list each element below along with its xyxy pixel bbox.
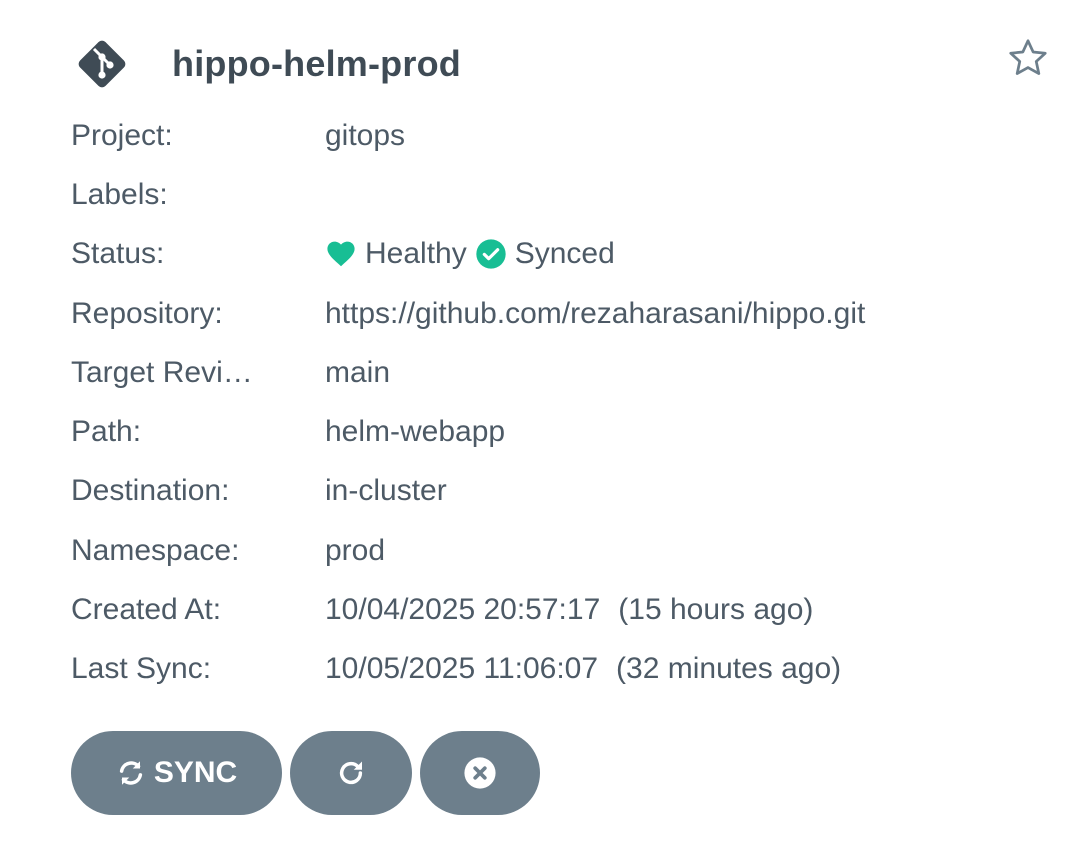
last-sync-value: 10/05/2025 11:06:07 (32 minutes ago) [325,652,841,686]
details-list: Project: gitops Labels: Status: Healthy … [71,106,1051,699]
sync-button[interactable]: SYNC [71,731,282,815]
action-buttons: SYNC [71,731,540,815]
health-status: Healthy [365,237,467,271]
path-label: Path: [71,415,142,449]
target-revision-label: Target Revi… [71,355,253,389]
destination-row: Destination: in-cluster [71,462,1051,521]
created-at-row: Created At: 10/04/2025 20:57:17 (15 hour… [71,580,1051,639]
project-value: gitops [325,118,406,152]
path-row: Path: helm-webapp [71,402,1051,461]
repository-label: Repository: [71,296,223,330]
namespace-label: Namespace: [71,533,240,567]
created-at-relative: (15 hours ago) [618,593,814,627]
repository-value: https://github.com/rezaharasani/hippo.gi… [325,297,865,331]
check-circle-icon [476,239,506,269]
sync-button-label: SYNC [153,756,238,789]
labels-label: Labels: [71,177,168,211]
sync-status: Synced [514,237,615,271]
status-label: Status: [71,237,165,271]
labels-row: Labels: [71,165,1051,224]
repository-link[interactable]: https://github.com/rezaharasani/hippo.gi… [325,297,865,331]
namespace-value: prod [325,533,386,567]
target-revision-value: main [325,355,391,389]
last-sync-date: 10/05/2025 11:06:07 [325,652,599,686]
repository-row: Repository: https://github.com/rezaharas… [71,284,1051,343]
path-value: helm-webapp [325,415,506,449]
star-outline-icon[interactable] [1006,36,1050,80]
created-at-date: 10/04/2025 20:57:17 [325,593,601,627]
last-sync-relative: (32 minutes ago) [616,652,842,686]
created-at-value: 10/04/2025 20:57:17 (15 hours ago) [325,593,813,627]
git-icon [78,40,126,88]
namespace-row: Namespace: prod [71,521,1051,580]
last-sync-label: Last Sync: [71,652,212,686]
destination-value: in-cluster [325,474,447,508]
project-label: Project: [71,118,173,152]
destination-label: Destination: [71,474,230,508]
created-at-label: Created At: [71,593,222,627]
application-card: hippo-helm-prod Project: gitops Labels: … [0,0,1080,845]
app-title[interactable]: hippo-helm-prod [172,43,461,85]
project-row: Project: gitops [71,106,1051,165]
sync-icon [119,761,142,785]
last-sync-row: Last Sync: 10/05/2025 11:06:07 (32 minut… [71,640,1051,699]
refresh-button[interactable] [290,731,412,815]
target-revision-row: Target Revi… main [71,343,1051,402]
status-value: Healthy Synced [325,237,615,271]
refresh-icon [339,761,363,785]
card-header: hippo-helm-prod [72,34,461,94]
status-row: Status: Healthy Synced [71,225,1051,284]
heart-icon [327,241,355,267]
close-circle-icon [464,757,496,789]
delete-button[interactable] [420,731,540,815]
